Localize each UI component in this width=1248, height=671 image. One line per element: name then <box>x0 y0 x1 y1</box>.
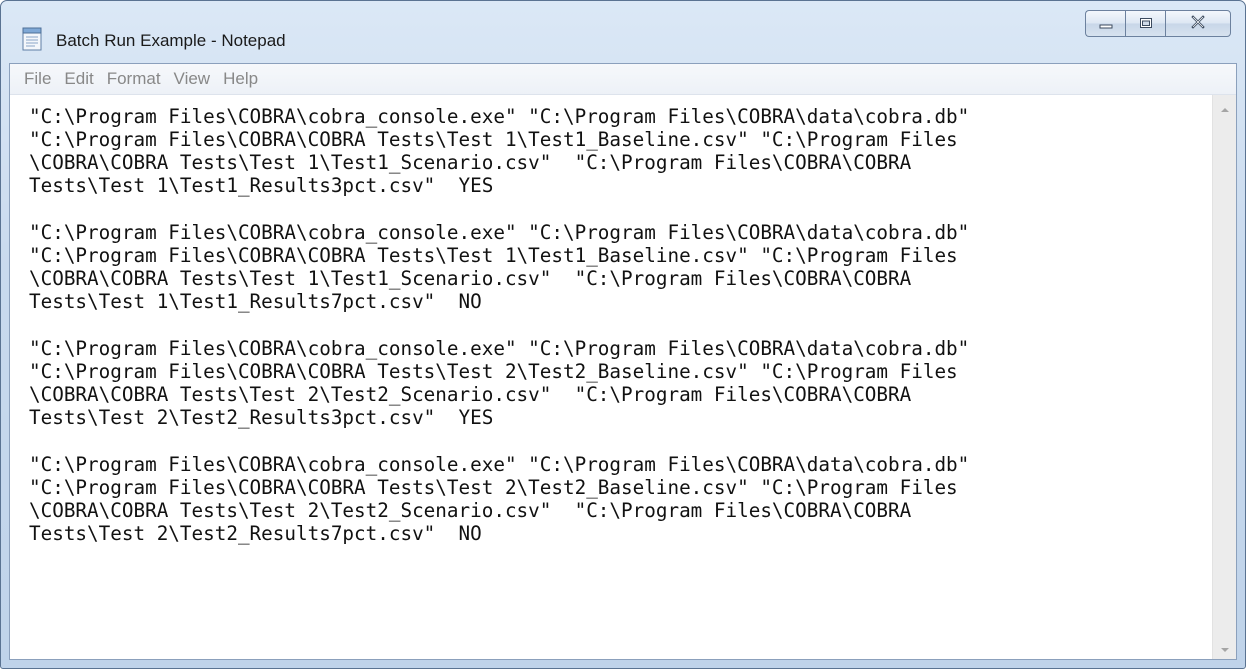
maximize-icon <box>1139 14 1153 33</box>
text-line: "C:\Program Files\COBRA\cobra_console.ex… <box>29 221 970 244</box>
close-icon <box>1190 14 1206 33</box>
command-block: "C:\Program Files\COBRA\cobra_console.ex… <box>29 221 1212 313</box>
text-line: "C:\Program Files\COBRA\COBRA Tests\Test… <box>29 476 958 499</box>
text-line: "C:\Program Files\COBRA\cobra_console.ex… <box>29 105 970 128</box>
text-line: Tests\Test 1\Test1_Results3pct.csv" YES <box>29 174 494 197</box>
text-line: \COBRA\COBRA Tests\Test 2\Test2_Scenario… <box>29 383 912 406</box>
text-line: "C:\Program Files\COBRA\cobra_console.ex… <box>29 337 970 360</box>
window-title: Batch Run Example - Notepad <box>56 31 286 50</box>
menu-view[interactable]: View <box>168 66 217 92</box>
notepad-window: Batch Run Example - Notepad File Edit Fo… <box>0 0 1246 669</box>
vertical-scrollbar[interactable] <box>1212 95 1236 659</box>
scroll-up-arrow-icon <box>1220 98 1230 117</box>
text-line: "C:\Program Files\COBRA\COBRA Tests\Test… <box>29 244 958 267</box>
text-line: "C:\Program Files\COBRA\COBRA Tests\Test… <box>29 360 958 383</box>
caption-buttons <box>1085 10 1231 38</box>
minimize-icon <box>1099 14 1113 33</box>
scroll-down-button[interactable] <box>1213 635 1236 659</box>
close-button[interactable] <box>1165 10 1231 37</box>
menu-edit[interactable]: Edit <box>58 66 99 92</box>
title-bar[interactable]: Batch Run Example - Notepad <box>1 1 1245 63</box>
text-line: \COBRA\COBRA Tests\Test 1\Test1_Scenario… <box>29 151 912 174</box>
maximize-button[interactable] <box>1125 10 1165 37</box>
text-editor[interactable]: "C:\Program Files\COBRA\cobra_console.ex… <box>10 95 1212 659</box>
menu-file[interactable]: File <box>18 66 57 92</box>
menu-bar: File Edit Format View Help <box>10 64 1236 95</box>
minimize-button[interactable] <box>1085 10 1125 37</box>
text-line: \COBRA\COBRA Tests\Test 1\Test1_Scenario… <box>29 267 912 290</box>
menu-format[interactable]: Format <box>101 66 167 92</box>
scroll-track[interactable] <box>1213 119 1236 635</box>
command-block: "C:\Program Files\COBRA\cobra_console.ex… <box>29 453 1212 545</box>
text-line: "C:\Program Files\COBRA\COBRA Tests\Test… <box>29 128 958 151</box>
text-line: Tests\Test 1\Test1_Results7pct.csv" NO <box>29 290 482 313</box>
text-line: Tests\Test 2\Test2_Results7pct.csv" NO <box>29 522 482 545</box>
text-line: \COBRA\COBRA Tests\Test 2\Test2_Scenario… <box>29 499 912 522</box>
command-block: "C:\Program Files\COBRA\cobra_console.ex… <box>29 337 1212 429</box>
command-block: "C:\Program Files\COBRA\cobra_console.ex… <box>29 105 1212 197</box>
menu-help[interactable]: Help <box>217 66 264 92</box>
text-line: Tests\Test 2\Test2_Results3pct.csv" YES <box>29 406 494 429</box>
notepad-icon[interactable] <box>21 27 43 51</box>
scroll-up-button[interactable] <box>1213 95 1236 119</box>
notepad-client-area: File Edit Format View Help "C:\Program F… <box>9 63 1237 660</box>
text-line: "C:\Program Files\COBRA\cobra_console.ex… <box>29 453 970 476</box>
scroll-down-arrow-icon <box>1220 638 1230 657</box>
